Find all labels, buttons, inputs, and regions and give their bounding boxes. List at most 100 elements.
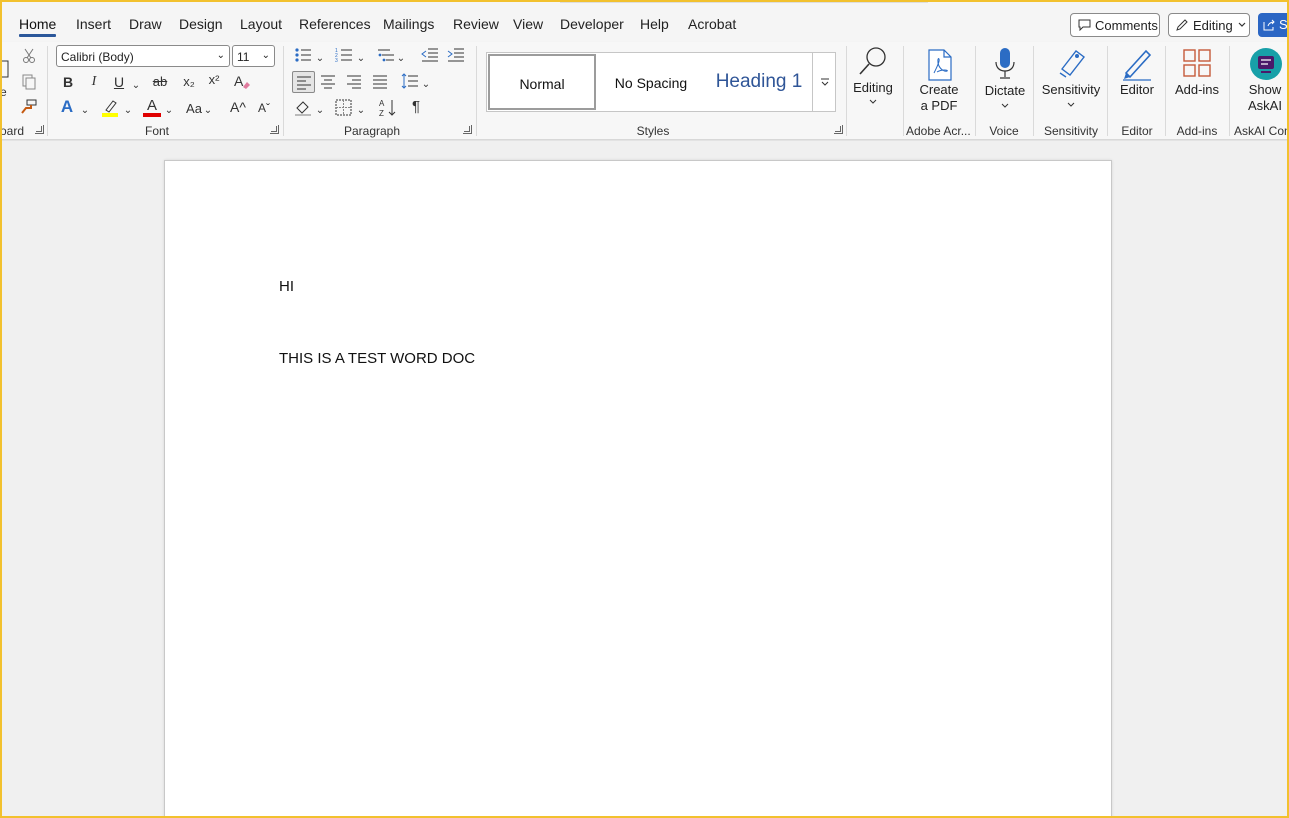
sensitivity-label-icon [1059,50,1085,78]
pencil-icon [1176,19,1188,31]
grow-font-button[interactable]: A^ [229,99,247,115]
paragraph-group-label: Paragraph [343,124,401,138]
font-group-label: Font [144,124,169,138]
share-button[interactable]: S [1258,13,1289,37]
show-formatting-marks-button[interactable]: ¶ [409,99,423,115]
decrease-indent-icon[interactable] [421,47,439,63]
sort-icon[interactable]: AZ [378,98,398,118]
shrink-font-button[interactable]: Aˇ [255,100,273,116]
add-ins-button[interactable]: Add-ins [1170,46,1224,116]
multilevel-list-icon[interactable] [377,47,395,63]
dictate-button[interactable]: Dictate [982,46,1028,116]
editing-group-button-label: Editing [853,80,893,95]
askai-label-line1: Show [1248,82,1282,97]
document-page[interactable]: HI THIS IS A TEST WORD DOC [164,160,1112,818]
document-paragraph-2[interactable]: THIS IS A TEST WORD DOC [279,350,475,367]
chevron-down-icon[interactable]: ⌄ [315,51,325,67]
tab-review[interactable]: Review [453,16,499,32]
italic-button[interactable]: I [88,74,100,90]
editing-button[interactable]: Editing [850,46,896,116]
clear-formatting-icon[interactable]: A [233,73,251,91]
show-askai-button[interactable]: Show AskAI [1240,46,1289,116]
style-normal[interactable]: Normal [488,54,596,110]
group-separator [1033,46,1034,136]
editing-mode-button[interactable]: Editing [1168,13,1250,37]
bold-button[interactable]: B [62,74,74,90]
font-name-value: Calibri (Body) [61,50,134,64]
font-name-select[interactable]: Calibri (Body) ⌄ [56,45,230,67]
tab-view[interactable]: View [513,16,543,32]
borders-icon[interactable] [335,99,352,116]
tab-design[interactable]: Design [179,16,223,32]
chevron-down-icon: ⌄ [216,50,225,61]
increase-indent-icon[interactable] [447,47,465,63]
add-ins-label: Add-ins [1174,82,1220,97]
tab-insert[interactable]: Insert [76,16,111,32]
font-size-select[interactable]: 11 ⌄ [232,45,275,67]
tab-layout[interactable]: Layout [240,16,282,32]
copy-icon[interactable] [21,74,37,90]
tab-home[interactable]: Home [19,16,56,32]
font-size-value: 11 [237,50,250,64]
chevron-down-icon[interactable]: ⌄ [123,103,133,119]
styles-dialog-launcher[interactable] [834,125,843,134]
paragraph-dialog-launcher[interactable] [463,125,472,134]
sensitivity-label: Sensitivity [1041,82,1101,97]
styles-group-label: Styles [636,124,670,138]
create-pdf-label-line1: Create [919,82,959,97]
format-painter-icon[interactable] [20,99,38,115]
align-left-button[interactable] [292,71,315,93]
chevron-down-icon[interactable]: ⌄ [203,103,213,119]
style-no-spacing-label: No Spacing [614,75,688,91]
sensitivity-button[interactable]: Sensitivity [1040,46,1102,116]
superscript-button[interactable]: x² [206,72,222,88]
group-separator [1229,46,1230,136]
shading-icon[interactable] [294,99,312,117]
chevron-down-icon[interactable]: ⌄ [315,103,325,119]
font-color-button[interactable]: A [143,98,161,118]
create-pdf-button[interactable]: Create a PDF [912,46,966,116]
group-separator [846,46,847,136]
cut-icon[interactable] [22,48,36,64]
style-no-spacing[interactable]: No Spacing [597,53,705,111]
share-icon [1263,19,1275,31]
clipboard-dialog-launcher[interactable] [35,125,44,134]
underline-button[interactable]: U [112,74,126,90]
underline-dropdown-chevron-icon[interactable]: ⌄ [131,78,141,94]
chevron-down-icon[interactable]: ⌄ [396,51,406,67]
chevron-down-icon[interactable]: ⌄ [421,77,431,93]
bullets-icon[interactable] [294,47,312,63]
group-separator [903,46,904,136]
paste-label[interactable]: e [0,84,7,100]
chevron-down-icon[interactable]: ⌄ [80,103,90,119]
chevron-down-icon[interactable]: ⌄ [356,103,366,119]
tab-acrobat[interactable]: Acrobat [688,16,736,32]
svg-text:Z: Z [379,109,384,118]
tab-developer[interactable]: Developer [560,16,624,32]
chevron-down-icon[interactable]: ⌄ [356,51,366,67]
text-effects-button[interactable]: A [59,98,75,115]
line-spacing-icon[interactable] [401,73,419,89]
strikethrough-button[interactable]: ab [151,74,169,90]
tab-mailings[interactable]: Mailings [383,16,434,32]
align-right-icon[interactable] [346,74,362,89]
style-heading-1[interactable]: Heading 1 [705,53,813,111]
search-icon [859,47,886,75]
editor-button[interactable]: Editor [1114,46,1160,116]
subscript-button[interactable]: x₂ [181,74,197,90]
comments-button[interactable]: Comments [1070,13,1160,37]
styles-more-button[interactable] [812,52,836,112]
font-dialog-launcher[interactable] [270,125,279,134]
comments-label: Comments [1095,18,1158,33]
align-center-icon[interactable] [320,74,336,89]
justify-icon[interactable] [372,74,388,89]
document-paragraph-1[interactable]: HI [279,278,294,295]
tab-references[interactable]: References [299,16,371,32]
tab-draw[interactable]: Draw [129,16,162,32]
tab-help[interactable]: Help [640,16,669,32]
chevron-down-icon[interactable]: ⌄ [164,103,174,119]
change-case-button[interactable]: Aa [184,101,204,117]
highlight-icon[interactable] [101,98,119,118]
numbering-icon[interactable]: 123 [335,47,353,63]
paste-icon[interactable] [0,59,10,79]
